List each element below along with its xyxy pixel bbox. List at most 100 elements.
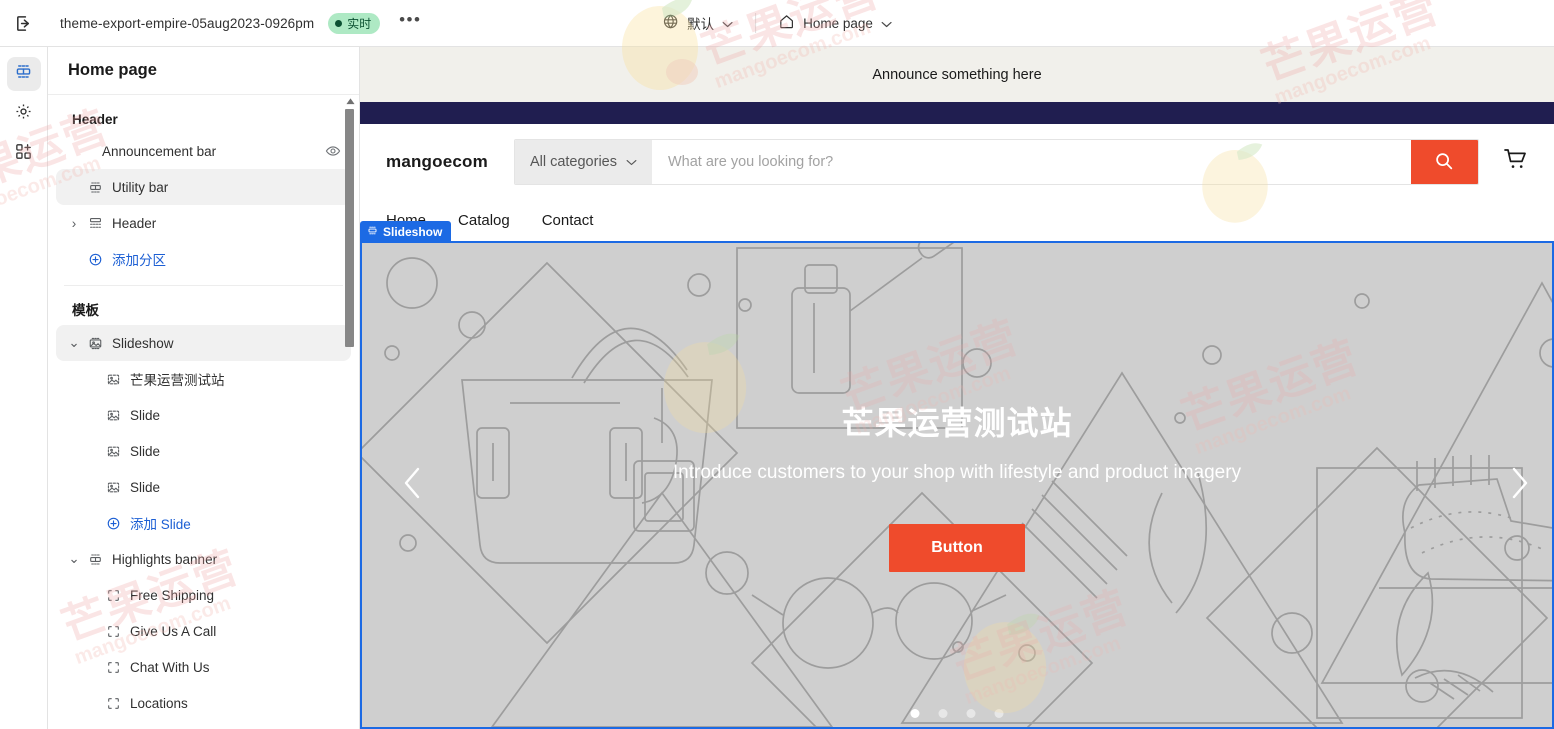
cart-icon	[1503, 147, 1529, 178]
sidebar-item-locations[interactable]: Locations	[56, 685, 351, 721]
top-bar-center: 默认 Home page	[654, 0, 900, 47]
scrollbar-thumb[interactable]	[345, 109, 354, 347]
section-badge[interactable]: Slideshow	[360, 221, 452, 243]
eye-icon[interactable]	[325, 143, 341, 159]
slide-prev-button[interactable]	[390, 462, 436, 508]
sidebar-item-header[interactable]: › Header	[56, 205, 351, 241]
image-icon	[102, 480, 124, 495]
slide-dot[interactable]	[938, 709, 948, 718]
nav-item-contact[interactable]: Contact	[542, 212, 594, 229]
page-title: Home page	[48, 47, 359, 95]
sidebar-item-label: Locations	[130, 695, 188, 711]
sidebar-item-label: Announcement bar	[102, 143, 217, 159]
slideshow-icon	[84, 336, 106, 351]
rail-apps-button[interactable]	[7, 137, 41, 171]
sidebar-item-announcement-bar[interactable]: Announcement bar	[56, 133, 351, 169]
sidebar-item-label: 芒果运营测试站	[130, 373, 225, 388]
scroll-up-arrow-icon[interactable]	[345, 95, 355, 107]
announcement-bar[interactable]: Announce something here	[360, 47, 1554, 102]
sidebar-item-label: Utility bar	[112, 179, 169, 195]
chevron-down-icon[interactable]: ⌄	[64, 335, 84, 351]
chevron-left-icon	[398, 463, 428, 508]
sidebar-item-添加分区[interactable]: 添加分区	[56, 241, 351, 277]
sidebar-item-label: Slide	[130, 479, 161, 495]
sidebar-item-utility-bar[interactable]: Utility bar	[56, 169, 351, 205]
section-icon	[367, 225, 378, 239]
sidebar-scrollbar[interactable]	[344, 95, 356, 729]
slide-dot[interactable]	[994, 709, 1004, 718]
sidebar-item-chat-with-us[interactable]: Chat With Us	[56, 649, 351, 685]
plus-circle-icon	[84, 252, 106, 267]
sidebar-item-label: Header	[112, 215, 157, 231]
sidebar-item-slide[interactable]: Slide	[56, 469, 351, 505]
category-select-label: All categories	[529, 154, 617, 170]
hero-slide: 芒果运营测试站 Introduce customers to your shop…	[362, 243, 1552, 727]
divider	[64, 285, 343, 286]
home-icon	[778, 13, 795, 33]
exit-icon[interactable]	[0, 0, 46, 47]
slide-dot[interactable]	[910, 709, 920, 718]
utility-bar[interactable]	[360, 102, 1554, 124]
section-icon	[84, 180, 106, 195]
sidebar-item-label: Slide	[130, 407, 161, 423]
sidebar-item-label: Slide	[130, 443, 161, 459]
chevron-down-icon	[626, 154, 637, 170]
plus-circle-icon	[102, 516, 124, 531]
top-bar: theme-export-empire-05aug2023-0926pm 实时 …	[0, 0, 1554, 47]
sidebar-item-label: Give Us A Call	[130, 623, 217, 639]
image-icon	[102, 372, 124, 387]
chevron-down-icon	[722, 16, 733, 31]
block-icon	[102, 624, 124, 639]
sidebar-item-添加-slide[interactable]: 添加 Slide	[56, 505, 351, 541]
locale-selector[interactable]: 默认	[654, 8, 741, 38]
sidebar-group-label: Header	[72, 112, 118, 127]
sidebar-item-芒果运营测试站[interactable]: 芒果运营测试站	[56, 361, 351, 397]
page-selector[interactable]: Home page	[770, 8, 900, 38]
sidebar-scroll-area: Header Announcement bar Utility bar › Header…	[48, 95, 359, 729]
slide-next-button[interactable]	[1496, 462, 1542, 508]
chevron-down-icon	[881, 16, 892, 31]
sidebar-item-slideshow[interactable]: ⌄ Slideshow	[56, 325, 351, 361]
sidebar-item-free-shipping[interactable]: Free Shipping	[56, 577, 351, 613]
sidebar-item-label: 添加 Slide	[130, 517, 191, 532]
chevron-right-icon	[1504, 463, 1534, 508]
announcement-text: Announce something here	[872, 66, 1042, 83]
sections-icon	[14, 62, 33, 86]
cart-button[interactable]	[1499, 145, 1533, 179]
locale-label: 默认	[687, 17, 715, 32]
rail-sections-button[interactable]	[6, 57, 41, 91]
chevron-down-icon[interactable]: ⌄	[64, 551, 84, 567]
slideshow-section[interactable]: Slideshow 芒果运营测试站 Introduce customers to…	[360, 221, 1554, 729]
gear-icon	[14, 102, 33, 126]
search-button[interactable]	[1410, 140, 1478, 184]
search-icon	[1433, 150, 1455, 175]
slide-dots	[910, 709, 1004, 718]
category-select[interactable]: All categories	[514, 140, 652, 184]
search-bar: All categories	[513, 139, 1479, 185]
store-logo[interactable]: mangoecom	[386, 152, 488, 172]
globe-icon	[662, 13, 679, 33]
more-options-button[interactable]: •••	[396, 9, 424, 37]
sidebar-item-slide[interactable]: Slide	[56, 433, 351, 469]
sidebar-item-label: 添加分区	[112, 253, 166, 268]
hero-heading: 芒果运营测试站	[841, 405, 1073, 441]
shop-header: mangoecom All categories	[360, 124, 1554, 200]
search-input[interactable]	[651, 140, 1411, 184]
chevron-right-icon[interactable]: ›	[64, 216, 84, 231]
sidebar-item-highlights-banner[interactable]: ⌄ Highlights banner	[56, 541, 351, 577]
block-icon	[102, 696, 124, 711]
sidebar: Home page Header Announcement bar Utility …	[48, 47, 360, 729]
sidebar-item-give-us-a-call[interactable]: Give Us A Call	[56, 613, 351, 649]
slide-dot[interactable]	[966, 709, 976, 718]
image-icon	[102, 408, 124, 423]
status-badge: 实时	[328, 12, 381, 34]
nav-item-catalog[interactable]: Catalog	[458, 212, 510, 229]
store-preview: Announce something here mangoecom All ca…	[360, 47, 1554, 729]
status-dot	[335, 19, 343, 27]
hero-cta-button[interactable]: Button	[889, 524, 1025, 572]
divider	[755, 13, 757, 33]
block-icon	[102, 660, 124, 675]
sidebar-item-label: Slideshow	[112, 335, 174, 351]
rail-settings-button[interactable]	[7, 97, 41, 131]
sidebar-item-slide[interactable]: Slide	[56, 397, 351, 433]
